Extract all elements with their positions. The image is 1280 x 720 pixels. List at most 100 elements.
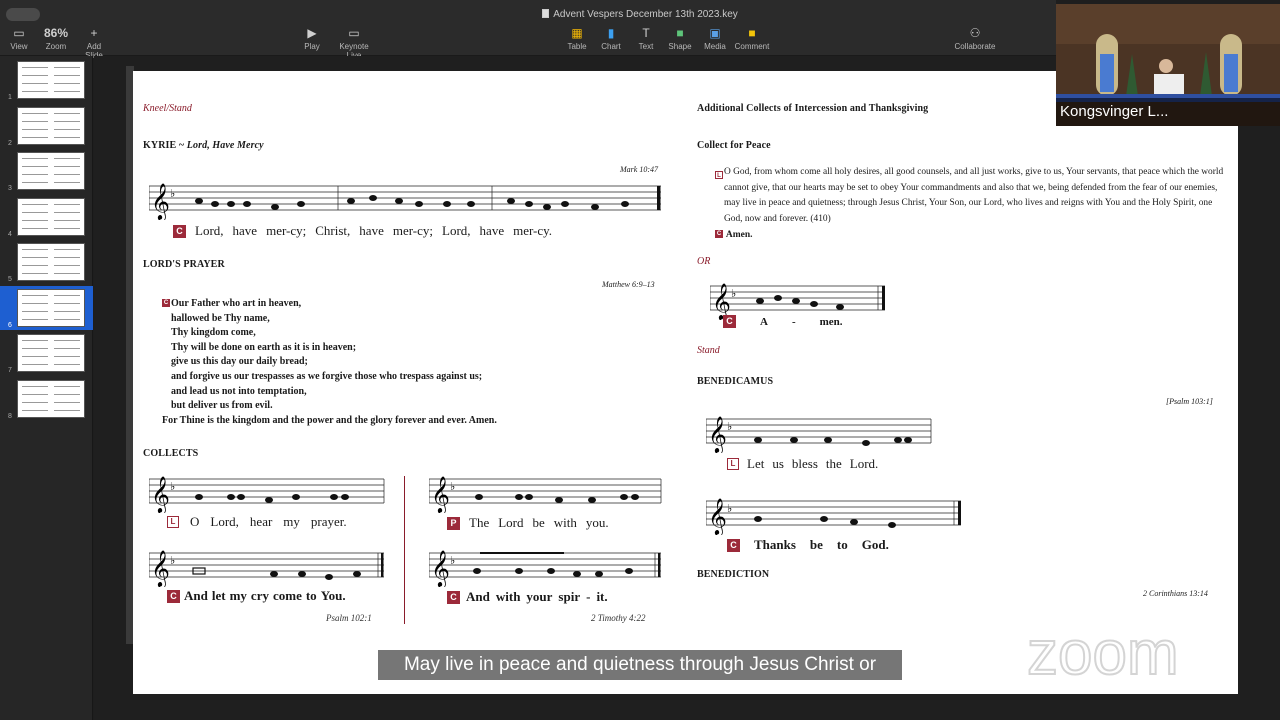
congregation-badge: C [727, 538, 740, 552]
text-button[interactable]: T Text [636, 26, 656, 51]
slide-thumbnail-preview [17, 61, 85, 99]
collect-for-peace-text: O God, from whom come all holy desires, … [724, 167, 1224, 224]
document-icon [542, 9, 550, 18]
live-caption: May live in peace and quietness through … [378, 650, 902, 680]
text-icon: T [642, 26, 650, 40]
svg-text:𝄞: 𝄞 [708, 415, 727, 453]
chart-icon: ▮ [607, 26, 615, 40]
slide-thumbnail-1[interactable]: 1 [0, 58, 93, 102]
slide-thumbnail-2[interactable]: 2 [0, 104, 93, 148]
prayer-line: but deliver us from evil. [171, 400, 273, 412]
participant-name: Kongsvinger L... [1056, 98, 1280, 126]
slide-thumbnail-3[interactable]: 3 [0, 149, 93, 193]
zoom-value: 86% [44, 26, 69, 40]
media-button[interactable]: ▣ Media [703, 26, 727, 51]
lyric-word: Lord, [442, 223, 471, 238]
note [443, 201, 451, 207]
svg-text:♭: ♭ [170, 187, 175, 200]
collect-for-peace-heading: Collect for Peace [697, 140, 771, 151]
collect-a-reference: Psalm 102:1 [326, 613, 372, 623]
lyric-word: Lord, [195, 223, 224, 238]
table-button[interactable]: ▦ Table [566, 26, 588, 51]
lyric-word: And [184, 588, 208, 603]
lyric-word: God. [861, 537, 889, 552]
lyric-word: have [479, 223, 505, 238]
slide-thumbnail-8[interactable]: 8 [0, 377, 93, 421]
prayer-line: Thy will be done on earth as it is in he… [171, 341, 357, 353]
zoom-button[interactable]: 86% Zoom [44, 26, 68, 51]
slide-thumbnail-preview [17, 243, 85, 281]
rubric-stand: Stand [697, 345, 720, 356]
lyric-word: prayer. [310, 514, 347, 529]
slide-thumbnail-5[interactable]: 5 [0, 240, 93, 284]
lyric-word: Christ, [315, 223, 351, 238]
note [543, 204, 551, 210]
benedicamus-reference: [Psalm 103:1] [1166, 397, 1213, 406]
chart-button[interactable]: ▮ Chart [600, 26, 622, 51]
keynote-live-icon: ▭ [348, 26, 360, 40]
kyrie-heading: KYRIE ~ Lord, Have Mercy [143, 140, 264, 151]
slide-thumbnail-4[interactable]: 4 [0, 195, 93, 239]
lyric-word: my [229, 588, 247, 603]
lyric-word: Lord [498, 515, 524, 530]
bless-the-lord-line: L Let us bless the Lord. [727, 456, 878, 472]
lords-prayer-heading: LORD'S PRAYER [143, 259, 225, 270]
rubric-or: OR [697, 256, 711, 267]
thanks-be-to-god-line: C Thanks be to God. [727, 537, 889, 553]
prayer-line: For Thine is the kingdom and the power a… [162, 414, 497, 426]
lyric-word: have [359, 223, 384, 238]
slide-navigator: 1 2 3 4 5 6 7 8 [0, 56, 93, 720]
benediction-reference: 2 Corinthians 13:14 [1143, 589, 1208, 598]
congregation-badge: C [162, 299, 170, 307]
prayer-line: and lead us not into temptation, [171, 385, 307, 397]
collaborate-button[interactable]: ⚇ Collaborate [953, 26, 997, 51]
congregation-badge: C [723, 315, 736, 328]
leader-badge: L [715, 171, 723, 179]
prayer-line: give us this day our daily bread; [171, 356, 308, 368]
leader-badge: L [167, 516, 179, 528]
current-slide[interactable]: Kneel/Stand KYRIE ~ Lord, Have Mercy Mar… [133, 71, 1238, 694]
slide-number: 6 [8, 321, 12, 329]
lyric-word: to [305, 588, 317, 603]
keynote-live-button[interactable]: ▭Keynote Live [331, 26, 377, 60]
congregation-badge: C [167, 589, 180, 603]
rubric-kneel-stand: Kneel/Stand [143, 103, 192, 114]
shape-button[interactable]: ■ Shape [668, 26, 692, 51]
note [525, 201, 533, 207]
slide-number: 8 [8, 412, 12, 420]
amen-song-lyrics: C A - men. [723, 315, 843, 328]
collaborate-icon: ⚇ [969, 26, 981, 40]
bless-staff: 𝄞 ♭ [706, 415, 932, 453]
thanks-staff: 𝄞 ♭ [706, 497, 961, 535]
participant-video[interactable]: Kongsvinger L... [1056, 4, 1280, 126]
prayer-line: C Our Father who art in heaven, [162, 298, 302, 309]
lyric-word: be [809, 537, 823, 552]
note [211, 201, 219, 207]
note [297, 201, 305, 207]
note [227, 201, 235, 207]
lyric-word: Lord. [849, 456, 879, 471]
play-button[interactable]: ▶ Play [303, 26, 321, 51]
slide-thumbnail-preview [17, 288, 85, 327]
note [347, 198, 355, 204]
lyric-word: us [772, 456, 784, 471]
note [271, 204, 279, 210]
slide-thumbnail-6[interactable]: 6 [0, 285, 93, 330]
lyric-word: Thanks [754, 537, 796, 552]
lyric-word: spir [558, 589, 581, 604]
comment-button[interactable]: ■ Comment [734, 26, 770, 51]
svg-text:♭: ♭ [731, 287, 736, 300]
svg-text:♭: ♭ [450, 554, 455, 567]
lyric-word: mer-cy; [266, 223, 307, 238]
app-root: Advent Vespers December 13th 2023.key ▭ V… [0, 0, 1280, 720]
slide-thumbnail-7[interactable]: 7 [0, 331, 93, 375]
collect-b-pastor-line: P The Lord be with you. [447, 515, 609, 531]
slide-number: 1 [8, 94, 12, 101]
congregation-badge: C [173, 224, 186, 238]
view-button[interactable]: ▭ View [8, 26, 30, 51]
note [507, 198, 515, 204]
svg-text:♭: ♭ [450, 480, 455, 493]
prayer-line: and forgive us our trespasses as we forg… [171, 370, 483, 382]
add-slide-button[interactable]: +Add Slide [77, 26, 111, 60]
zoom-watermark-text: zoom [1027, 626, 1179, 682]
